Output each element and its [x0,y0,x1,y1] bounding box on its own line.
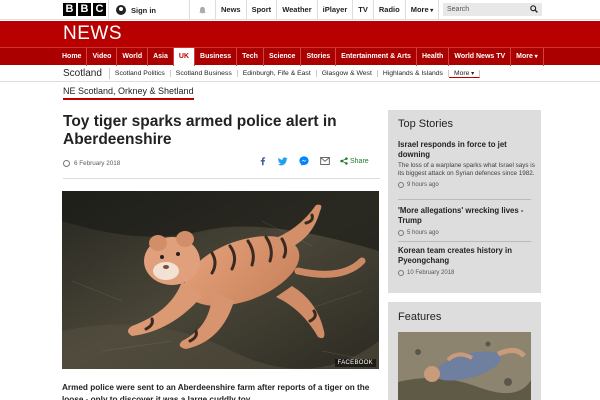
search-icon[interactable] [530,5,538,13]
notifications-button[interactable] [190,0,216,20]
feature-image[interactable] [398,332,531,400]
subnav-glasgow-west[interactable]: Glasgow & West [317,70,378,77]
subnav-scotland-business[interactable]: Scotland Business [171,70,238,77]
top-story-3[interactable]: Korean team creates history in Pyeongcha… [398,246,536,276]
story-separator [398,241,531,242]
news-banner: NEWS [0,21,600,47]
clock-icon [398,230,404,236]
story-time: 9 hours ago [398,182,536,188]
top-stories-title: Top Stories [398,118,454,130]
features-panel: Features [388,302,541,400]
story-time-label: 9 hours ago [407,182,439,188]
share-button[interactable]: Share [340,157,369,165]
search-input[interactable]: Search [443,3,542,16]
toy-tiger-photo [62,191,379,369]
signin-link[interactable]: Sign in [108,0,190,20]
subnav-highlands-islands[interactable]: Highlands & Islands [378,70,449,77]
subnav-more[interactable]: More [448,69,481,78]
article-date: 6 February 2018 [74,159,121,167]
topnav-sport[interactable]: Sport [247,0,278,20]
top-nav: News Sport Weather iPlayer TV Radio More [216,0,440,20]
section-stories[interactable]: Stories [301,48,337,66]
share-icon [340,157,348,165]
top-stories-panel: Top Stories Israel responds in force to … [388,110,541,293]
section-uk[interactable]: UK [173,48,196,66]
email-icon[interactable] [319,155,331,167]
section-home[interactable]: Home [57,48,88,66]
twitter-icon[interactable] [277,155,289,167]
section-world-news-tv[interactable]: World News TV [449,48,512,66]
facebook-icon[interactable] [256,155,268,167]
bell-icon [199,6,206,14]
story-headline[interactable]: Israel responds in force to jet downing [398,140,536,160]
topnav-tv[interactable]: TV [353,0,374,20]
story-separator [398,199,531,200]
story-headline[interactable]: 'More allegations' wrecking lives - Trum… [398,206,536,226]
subnav-section-title[interactable]: Scotland [63,68,110,79]
topnav-weather[interactable]: Weather [277,0,318,20]
story-time-label: 5 hours ago [407,230,439,236]
subnav-scotland-politics[interactable]: Scotland Politics [110,70,171,77]
topnav-iplayer[interactable]: iPlayer [318,0,354,20]
section-world[interactable]: World [117,48,149,66]
clock-icon [63,159,70,167]
story-time-label: 10 February 2018 [407,270,455,276]
subnav-edinburgh-fife-east[interactable]: Edinburgh, Fife & East [238,70,317,77]
logo-letter-b2: B [78,3,91,16]
article-meta: 6 February 2018 [63,157,120,169]
story-time: 5 hours ago [398,230,536,236]
news-wordmark[interactable]: NEWS [63,23,122,45]
share-tools: Share [256,155,369,167]
features-title: Features [398,311,442,323]
top-story-1[interactable]: Israel responds in force to jet downing … [398,140,536,188]
logo-letter-b1: B [63,3,76,16]
section-tech[interactable]: Tech [237,48,264,66]
section-asia[interactable]: Asia [148,48,174,66]
search-placeholder: Search [447,6,470,13]
section-more[interactable]: More [511,48,544,66]
section-health[interactable]: Health [417,48,450,66]
story-time: 10 February 2018 [398,270,536,276]
messenger-icon[interactable] [298,155,310,167]
topnav-radio[interactable]: Radio [374,0,406,20]
article-summary: Armed police were sent to an Aberdeenshi… [62,383,370,400]
top-story-2[interactable]: 'More allegations' wrecking lives - Trum… [398,206,536,236]
clock-icon [398,182,404,188]
article-headline: Toy tiger sparks armed police alert in A… [63,113,337,148]
region-label[interactable]: NE Scotland, Orkney & Shetland [63,86,194,100]
section-science[interactable]: Science [264,48,302,66]
topnav-more[interactable]: More [406,0,440,20]
share-label: Share [350,157,369,165]
article-divider [63,178,380,179]
topnav-news[interactable]: News [216,0,247,20]
masthead: B B C Sign in News Sport Weather iPlayer… [0,0,600,20]
article-photo: FACEBOOK [62,191,379,369]
user-icon [116,5,126,15]
bbc-logo[interactable]: B B C [63,3,106,16]
section-video[interactable]: Video [87,48,118,66]
scotland-subnav: Scotland Scotland Politics Scotland Busi… [0,65,600,82]
section-business[interactable]: Business [195,48,238,66]
section-entertainment-arts[interactable]: Entertainment & Arts [336,48,417,66]
clock-icon [398,270,404,276]
image-credit: FACEBOOK [334,359,376,367]
logo-letter-c: C [93,3,106,16]
section-nav: Home Video World Asia UK Business Tech S… [0,47,600,66]
story-summary: The loss of a warplane sparks what Israe… [398,162,535,177]
story-headline[interactable]: Korean team creates history in Pyeongcha… [398,246,536,266]
signin-label: Sign in [131,5,156,15]
